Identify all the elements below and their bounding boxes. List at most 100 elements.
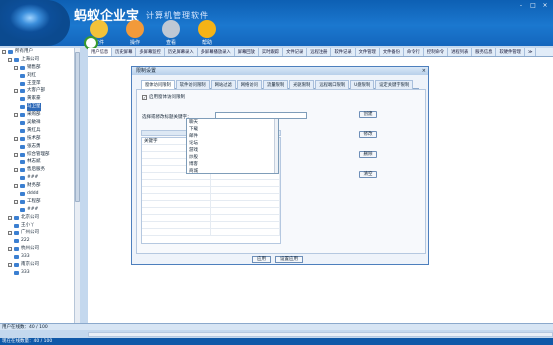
tree-expander-icon[interactable]: - <box>14 136 18 141</box>
tree-expander-icon[interactable]: - <box>8 262 12 267</box>
tree-expander-icon[interactable]: - <box>14 184 18 189</box>
maximize-button[interactable]: □ <box>529 3 537 9</box>
tree-expander-icon[interactable]: - <box>14 65 18 70</box>
tree-item[interactable]: 王小丫 <box>0 222 79 230</box>
clear-button[interactable]: 清空 <box>359 171 377 178</box>
create-button[interactable]: 创建 <box>359 111 377 118</box>
dialog-close-button[interactable]: × <box>422 68 426 74</box>
dialog-tab[interactable]: 窗体访问限制 <box>141 80 175 89</box>
toolbar-button-1[interactable]: 操作 <box>121 20 149 46</box>
tree-item[interactable]: 吴敏祥 <box>0 119 79 127</box>
tree-item[interactable]: 刘红 <box>0 72 79 80</box>
function-tab[interactable]: 用户信息 <box>88 48 113 56</box>
tree-item[interactable]: dddd <box>0 190 79 198</box>
keyword-dropdown-list[interactable]: 聊天 下载 邮件 论坛 游戏 炒股 博客 商城 <box>186 118 279 174</box>
tree-item[interactable]: - 上海公司 <box>0 56 79 64</box>
sidebar-scrollbar-thumb[interactable] <box>75 52 80 202</box>
tree-expander-icon[interactable]: - <box>14 152 18 157</box>
function-tab[interactable]: 文件记录 <box>283 48 308 56</box>
tree-item[interactable]: 张志勇 <box>0 143 79 151</box>
table-row[interactable] <box>142 173 280 180</box>
toolbar-button-2[interactable]: 查看 <box>157 20 185 46</box>
tree-expander-icon[interactable]: - <box>2 49 6 54</box>
function-tab[interactable]: 软硬件管理 <box>496 48 525 56</box>
function-tab[interactable]: 软件记录 <box>331 48 356 56</box>
table-row[interactable] <box>142 229 280 236</box>
function-tab[interactable]: 文件管理 <box>356 48 380 56</box>
dropdown-option[interactable]: 炒股 <box>187 154 278 161</box>
tree-expander-icon[interactable]: - <box>8 57 12 62</box>
function-tab[interactable]: ≫ <box>525 48 537 56</box>
dialog-tab[interactable]: 光驱限制 <box>289 80 315 89</box>
table-row[interactable] <box>142 215 280 222</box>
tree-expander-icon[interactable]: - <box>14 89 18 94</box>
tree-item[interactable]: - 北京公司 <box>0 214 79 222</box>
table-row[interactable] <box>142 187 280 194</box>
tree-item[interactable]: 222 <box>0 237 79 245</box>
tree-item[interactable]: - 工程部 <box>0 198 79 206</box>
tree-item[interactable]: 黄家豪 <box>0 95 79 103</box>
tree-item[interactable]: - 技术部 <box>0 135 79 143</box>
close-button[interactable]: × <box>541 3 549 9</box>
dropdown-option[interactable]: 邮件 <box>187 133 278 140</box>
dropdown-option[interactable]: 商城 <box>187 168 278 173</box>
tree-item[interactable]: - 综合管理部 <box>0 151 79 159</box>
tree-item[interactable]: - 财务部 <box>0 182 79 190</box>
table-row[interactable] <box>142 208 280 215</box>
tree-expander-icon[interactable]: - <box>8 231 12 236</box>
function-tab[interactable]: 多屏幕监控 <box>136 48 165 56</box>
minimize-button[interactable]: - <box>517 3 525 9</box>
tree-item[interactable]: - 所有用户 <box>0 48 79 56</box>
function-tab[interactable]: 文件备份 <box>380 48 405 56</box>
settings-apply-button[interactable]: 设置应用 <box>275 256 303 263</box>
table-row[interactable] <box>142 201 280 208</box>
dropdown-option[interactable]: 论坛 <box>187 140 278 147</box>
tree-item[interactable]: 333 <box>0 269 79 277</box>
apply-button[interactable]: 应用 <box>252 256 271 263</box>
enable-checkbox[interactable]: ✓ <box>142 94 147 100</box>
function-tab[interactable]: 历史屏幕 <box>112 48 137 56</box>
tree-item[interactable]: - 售后服务 <box>0 166 79 174</box>
dropdown-option[interactable]: 游戏 <box>187 147 278 154</box>
function-tab[interactable]: 实时跟踪 <box>259 48 284 56</box>
dialog-tab[interactable]: 设定关键字限制 <box>375 80 414 89</box>
function-tab[interactable]: 远程注册 <box>307 48 332 56</box>
tree-item[interactable]: 林志斌 <box>0 158 79 166</box>
delete-button[interactable]: 删除 <box>359 151 377 158</box>
tree-item[interactable]: - 销售部 <box>0 64 79 72</box>
function-tab[interactable]: 命令行 <box>404 48 424 56</box>
function-tab[interactable]: 服务信息 <box>472 48 497 56</box>
tree-item[interactable]: 王亚萍 <box>0 80 79 88</box>
table-row[interactable] <box>142 194 280 201</box>
tree-expander-icon[interactable]: - <box>14 199 18 204</box>
tree-expander-icon[interactable]: - <box>8 215 12 220</box>
dialog-tab[interactable]: 网络访问 <box>236 80 262 89</box>
tree-item[interactable]: - 南京公司 <box>0 261 79 269</box>
toolbar-button-3[interactable]: 帮助 <box>193 20 221 46</box>
tree-item[interactable]: ### <box>0 174 79 182</box>
tree-expander-icon[interactable]: - <box>14 113 18 118</box>
tree-item[interactable]: 马卫星 <box>0 103 79 112</box>
modify-button[interactable]: 修改 <box>359 131 377 138</box>
dropdown-scrollbar[interactable] <box>274 119 278 173</box>
function-tab[interactable]: 多屏幕播放录入 <box>198 48 235 56</box>
dialog-tab[interactable]: U盘限制 <box>350 80 375 89</box>
main-horizontal-scrollbar[interactable] <box>88 332 553 337</box>
dialog-tab[interactable]: 网站过滤 <box>210 80 236 89</box>
table-row[interactable] <box>142 180 280 187</box>
tree-item[interactable]: - 广州公司 <box>0 229 79 237</box>
function-tab[interactable]: 屏幕回放 <box>235 48 259 56</box>
tree-item[interactable]: - 采购部 <box>0 111 79 119</box>
function-tab[interactable]: 控制命令 <box>424 48 449 56</box>
tree-expander-icon[interactable]: - <box>14 168 18 173</box>
tree-expander-icon[interactable]: - <box>8 247 12 252</box>
dropdown-option[interactable]: 下载 <box>187 126 278 133</box>
dropdown-option[interactable]: 博客 <box>187 161 278 168</box>
dialog-tab[interactable]: 流量限制 <box>262 80 289 89</box>
tree-item[interactable]: - 大客户部 <box>0 87 79 95</box>
table-row[interactable] <box>142 222 280 229</box>
tree-item[interactable]: 黄红兵 <box>0 127 79 135</box>
dialog-tab[interactable]: 远程端口限制 <box>315 80 350 89</box>
dialog-tab[interactable]: 软件访问限制 <box>175 80 210 89</box>
tree-item[interactable]: 333 <box>0 253 79 261</box>
